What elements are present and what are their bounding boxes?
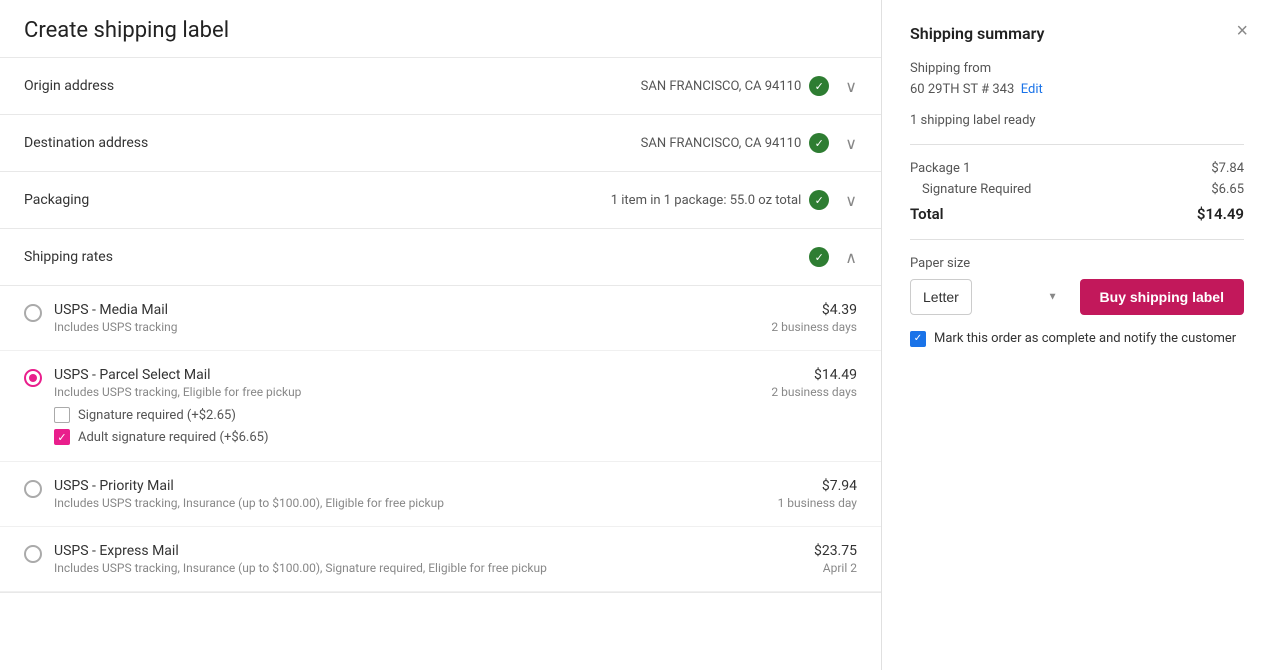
destination-address-label: Destination address <box>24 135 184 151</box>
packaging-value: 1 item in 1 package: 55.0 oz total ✓ ∨ <box>184 190 857 210</box>
paper-size-select-wrapper: Letter 4x6 <box>910 279 1068 315</box>
radio-express_mail[interactable] <box>24 545 42 563</box>
rate-info-parcel_select: USPS - Parcel Select Mail Includes USPS t… <box>54 367 747 445</box>
destination-verified-icon: ✓ <box>809 133 829 153</box>
modal-title: Create shipping label <box>24 18 229 43</box>
package-label: Package 1 <box>910 161 970 176</box>
package-price: $7.84 <box>1211 161 1244 176</box>
radio-priority_mail[interactable] <box>24 480 42 498</box>
shipping-rates-header[interactable]: Shipping rates ✓ ∧ <box>0 229 881 286</box>
create-shipping-label-modal: Create shipping label Origin address SAN… <box>0 0 1272 670</box>
rate-price-col-express_mail: $23.75 April 2 <box>747 543 857 575</box>
rate-name-priority_mail: USPS - Priority Mail <box>54 478 747 494</box>
total-label: Total <box>910 205 944 223</box>
rate-price-priority_mail: $7.94 <box>747 478 857 494</box>
rate-info-media_mail: USPS - Media Mail Includes USPS tracking <box>54 302 747 334</box>
packaging-verified-icon: ✓ <box>809 190 829 210</box>
shipping-rates-section: Shipping rates ✓ ∧ USPS - Media Mail Incl… <box>0 229 881 593</box>
origin-address-value: SAN FRANCISCO, CA 94110 ✓ ∨ <box>184 76 857 96</box>
rate-price-col-media_mail: $4.39 2 business days <box>747 302 857 334</box>
packaging-label: Packaging <box>24 192 184 208</box>
rate-option-parcel_select[interactable]: USPS - Parcel Select Mail Includes USPS t… <box>0 351 881 462</box>
paper-size-select[interactable]: Letter 4x6 <box>910 279 972 315</box>
addon-parcel_select-1[interactable]: ✓ Adult signature required (+$6.65) <box>54 429 747 445</box>
rate-name-parcel_select: USPS - Parcel Select Mail <box>54 367 747 383</box>
rate-days-media_mail: 2 business days <box>747 320 857 334</box>
destination-chevron-icon: ∨ <box>845 134 857 153</box>
shipping-from-address: 60 29TH ST # 343 <box>910 82 1014 97</box>
signature-price: $6.65 <box>1211 182 1244 197</box>
radio-media_mail[interactable] <box>24 304 42 322</box>
signature-line: Signature Required $6.65 <box>910 182 1244 197</box>
edit-address-link[interactable]: Edit <box>1021 82 1043 97</box>
rates-header-right: ✓ ∧ <box>809 247 857 267</box>
total-line: Total $14.49 <box>910 205 1244 223</box>
shipping-from: Shipping from 60 29TH ST # 343 Edit <box>910 59 1244 101</box>
rate-price-media_mail: $4.39 <box>747 302 857 318</box>
rate-option-media_mail[interactable]: USPS - Media Mail Includes USPS tracking$… <box>0 286 881 351</box>
close-button[interactable]: × <box>1232 16 1252 47</box>
add-ons-parcel_select: Signature required (+$2.65) ✓ Adult signat… <box>54 407 747 445</box>
rate-desc-parcel_select: Includes USPS tracking, Eligible for fre… <box>54 385 747 399</box>
rate-name-express_mail: USPS - Express Mail <box>54 543 747 559</box>
shipping-rates-title: Shipping rates <box>24 249 809 265</box>
rate-price-express_mail: $23.75 <box>747 543 857 559</box>
rate-option-express_mail[interactable]: USPS - Express Mail Includes USPS trackin… <box>0 527 881 592</box>
rate-price-col-parcel_select: $14.49 2 business days <box>747 367 857 399</box>
destination-address-row[interactable]: Destination address SAN FRANCISCO, CA 94… <box>0 115 881 172</box>
divider-2 <box>910 239 1244 240</box>
rate-options-container: USPS - Media MailIncludes USPS tracking$… <box>0 286 881 592</box>
label-ready-text: 1 shipping label ready <box>910 113 1244 128</box>
addon-checkbox-parcel_select-1[interactable]: ✓ <box>54 429 70 445</box>
summary-title: Shipping summary <box>910 24 1244 43</box>
modal-header: Create shipping label <box>0 0 881 58</box>
addon-label-parcel_select-1: Adult signature required (+$6.65) <box>78 430 269 445</box>
buy-shipping-label-button[interactable]: Buy shipping label <box>1080 279 1244 315</box>
total-price: $14.49 <box>1197 205 1244 223</box>
mark-complete-label: Mark this order as complete and notify t… <box>934 331 1236 346</box>
mark-complete-checkbox[interactable]: ✓ <box>910 331 926 347</box>
rate-info-priority_mail: USPS - Priority Mail Includes USPS tracki… <box>54 478 747 510</box>
rate-price-col-priority_mail: $7.94 1 business day <box>747 478 857 510</box>
radio-inner-parcel_select <box>29 374 37 382</box>
rate-desc-express_mail: Includes USPS tracking, Insurance (up to… <box>54 561 747 575</box>
rate-desc-priority_mail: Includes USPS tracking, Insurance (up to… <box>54 496 747 510</box>
origin-address-label: Origin address <box>24 78 184 94</box>
paper-size-row: Letter 4x6 Buy shipping label <box>910 279 1244 315</box>
addon-label-parcel_select-0: Signature required (+$2.65) <box>78 408 236 423</box>
packaging-chevron-icon: ∨ <box>845 191 857 210</box>
radio-parcel_select[interactable] <box>24 369 42 387</box>
right-panel: × Shipping summary Shipping from 60 29TH… <box>882 0 1272 670</box>
origin-chevron-icon: ∨ <box>845 77 857 96</box>
rates-chevron-icon: ∧ <box>845 248 857 267</box>
rate-price-parcel_select: $14.49 <box>747 367 857 383</box>
signature-label: Signature Required <box>922 182 1031 197</box>
addon-parcel_select-0[interactable]: Signature required (+$2.65) <box>54 407 747 423</box>
rate-days-priority_mail: 1 business day <box>747 496 857 510</box>
rates-verified-icon: ✓ <box>809 247 829 267</box>
addon-checkbox-parcel_select-0[interactable] <box>54 407 70 423</box>
origin-address-row[interactable]: Origin address SAN FRANCISCO, CA 94110 ✓… <box>0 58 881 115</box>
rate-info-express_mail: USPS - Express Mail Includes USPS trackin… <box>54 543 747 575</box>
rate-option-priority_mail[interactable]: USPS - Priority Mail Includes USPS tracki… <box>0 462 881 527</box>
origin-verified-icon: ✓ <box>809 76 829 96</box>
mark-complete-row: ✓ Mark this order as complete and notify… <box>910 331 1244 347</box>
left-panel: Create shipping label Origin address SAN… <box>0 0 882 670</box>
rate-desc-media_mail: Includes USPS tracking <box>54 320 747 334</box>
rate-days-express_mail: April 2 <box>747 561 857 575</box>
package-line: Package 1 $7.84 <box>910 161 1244 176</box>
divider-1 <box>910 144 1244 145</box>
packaging-row[interactable]: Packaging 1 item in 1 package: 55.0 oz t… <box>0 172 881 229</box>
paper-size-label: Paper size <box>910 256 1244 271</box>
rate-name-media_mail: USPS - Media Mail <box>54 302 747 318</box>
destination-address-value: SAN FRANCISCO, CA 94110 ✓ ∨ <box>184 133 857 153</box>
rate-days-parcel_select: 2 business days <box>747 385 857 399</box>
